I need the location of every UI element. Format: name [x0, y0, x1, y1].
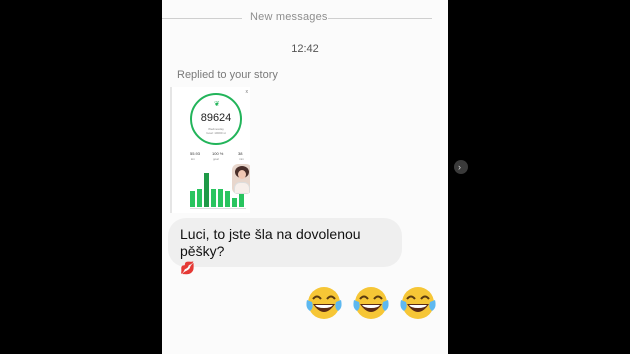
steps-ring: ❦ 89624 Wednesday Goal: 10000 st [190, 93, 242, 145]
story-preview[interactable]: x ❦ 89624 Wednesday Goal: 10000 st 55.93… [170, 87, 250, 213]
activity-bar [218, 189, 223, 207]
crying-laughing-face-icon [306, 287, 342, 319]
crying-laughing-face-icon [400, 287, 436, 319]
activity-bar [190, 191, 195, 207]
close-icon: x [245, 89, 249, 95]
new-messages-divider: New messages [250, 11, 328, 23]
activity-bar [239, 194, 244, 207]
divider-line-left [162, 18, 242, 19]
message-bubble[interactable]: Luci, to jste šla na dovolenou pěšky? 💋 [168, 218, 402, 275]
stat-time-sub: min [239, 157, 244, 161]
reply-note: Replied to your story [177, 69, 278, 81]
stat-time: 38 [238, 151, 243, 156]
chat-panel: New messages 12:42 Replied to your story… [162, 0, 448, 354]
activity-bar [232, 198, 237, 207]
message-text: Luci, to jste šla na dovolenou pěšky? [180, 226, 361, 259]
divider-line-right [328, 18, 432, 19]
activity-bar [197, 189, 202, 207]
ring-subtitle: Wednesday Goal: 10000 st [192, 127, 240, 135]
kiss-mark-icon: 💋 [180, 261, 195, 275]
crying-laughing-face-icon [353, 287, 389, 319]
stat-goal-sub: goal [213, 157, 219, 161]
chevron-right-icon: › [458, 162, 461, 172]
ring-subtitle-line-2: Goal: 10000 st [206, 131, 226, 135]
avatar [232, 164, 250, 194]
reaction-emojis[interactable] [304, 282, 444, 324]
stat-distance-sub: km [191, 157, 195, 161]
steps-count: 89624 [200, 112, 232, 124]
message-timestamp: 12:42 [291, 43, 319, 55]
activity-bar [225, 191, 230, 207]
stat-distance: 55.93 [190, 151, 201, 156]
chart-baseline [190, 208, 246, 209]
next-arrow-button[interactable]: › [454, 160, 468, 174]
leaf-icon: ❦ [214, 101, 220, 108]
activity-bar [211, 189, 216, 207]
stat-goal: 100 % [212, 151, 224, 156]
activity-bar [204, 173, 209, 207]
